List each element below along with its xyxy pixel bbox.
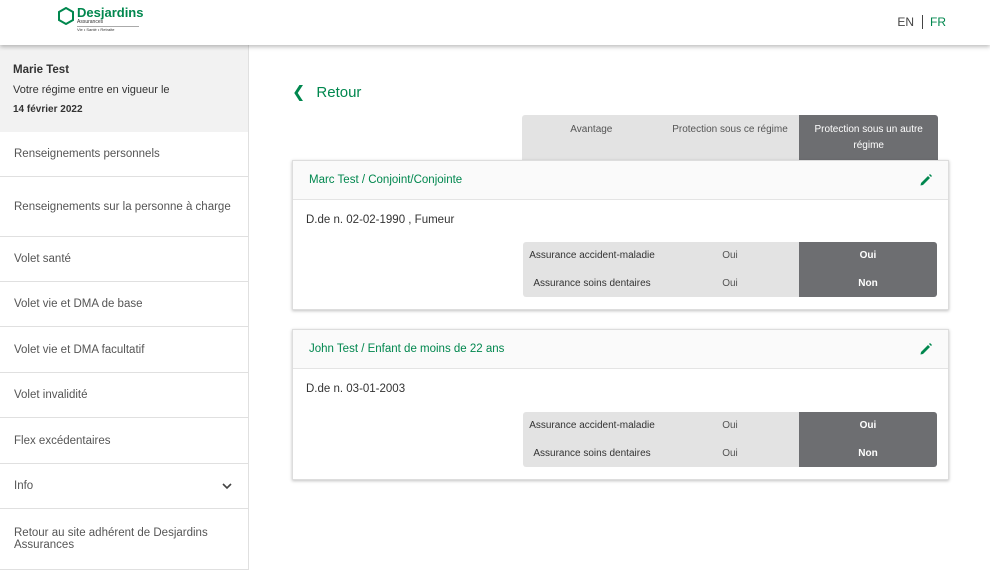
coverage-row: Assurance soins dentaires Oui Non	[523, 439, 937, 467]
dependent-card: John Test / Enfant de moins de 22 ans D.…	[292, 329, 949, 480]
sidebar-item-label: Volet vie et DMA facultatif	[14, 343, 145, 356]
sidebar-item-label: Volet santé	[14, 253, 71, 265]
benefit-label: Assurance accident-maladie	[523, 242, 661, 270]
dependent-card: Marc Test / Conjoint/Conjointe D.de n. 0…	[292, 160, 949, 310]
user-info: Marie Test Votre régime entre en vigueur…	[0, 45, 248, 132]
desjardins-logo[interactable]: Desjardins Assurances Vie • Santé • Retr…	[58, 6, 143, 32]
back-link[interactable]: ❮ Retour	[292, 82, 361, 102]
sidebar-item-label: Flex excédentaires	[14, 434, 111, 447]
sidebar-item-volet-vie-base[interactable]: Volet vie et DMA de base	[0, 282, 248, 327]
benefit-label: Assurance soins dentaires	[523, 439, 661, 467]
dependent-dob: D.de n. 03-01-2003	[306, 383, 406, 395]
other-plan-value: Non	[799, 439, 937, 467]
sidebar: Marie Test Votre régime entre en vigueur…	[0, 45, 249, 570]
sidebar-item-label: Renseignements personnels	[14, 148, 160, 160]
dependent-card-header: John Test / Enfant de moins de 22 ans	[293, 330, 948, 369]
sidebar-item-info[interactable]: Info	[0, 464, 248, 509]
regime-text: Votre régime entre en vigueur le	[13, 84, 170, 96]
coverage-grid: Assurance accident-maladie Oui Oui Assur…	[523, 412, 937, 467]
edit-pencil-icon[interactable]	[919, 342, 933, 356]
brand-tagline: Vie • Santé • Retraite	[77, 26, 139, 32]
desjardins-hexagon-icon	[58, 7, 74, 25]
other-plan-value: Oui	[799, 242, 937, 270]
coverage-grid: Assurance accident-maladie Oui Oui Assur…	[523, 242, 937, 297]
sidebar-item-label: Renseignements sur la personne à charge	[14, 200, 231, 213]
sidebar-item-label: Info	[14, 480, 34, 492]
column-protection-autre-regime: Protection sous un autre régime	[799, 115, 939, 160]
regime-date: 14 février 2022	[13, 104, 83, 115]
other-plan-value: Oui	[799, 412, 937, 440]
this-plan-value: Oui	[661, 412, 799, 440]
benefit-label: Assurance soins dentaires	[523, 269, 661, 297]
coverage-row: Assurance accident-maladie Oui Oui	[523, 412, 937, 440]
brand-name: Desjardins	[77, 5, 144, 20]
sidebar-item-personne-a-charge[interactable]: Renseignements sur la personne à charge	[0, 177, 248, 237]
column-avantage: Avantage	[522, 115, 661, 160]
sidebar-item-label: Volet vie et DMA de base	[14, 298, 143, 310]
benefit-label: Assurance accident-maladie	[523, 412, 661, 440]
coverage-row: Assurance accident-maladie Oui Oui	[523, 242, 937, 270]
back-label: Retour	[316, 83, 362, 101]
sidebar-item-retour-site-adherent[interactable]: Retour au site adhérent de Desjardins As…	[0, 509, 248, 570]
column-protection-ce-regime: Protection sous ce régime	[660, 115, 800, 160]
sidebar-item-flex-excedentaires[interactable]: Flex excédentaires	[0, 418, 248, 464]
sidebar-item-volet-invalidite[interactable]: Volet invalidité	[0, 373, 248, 418]
language-switcher: EN FR	[897, 15, 946, 29]
sidebar-item-label: Retour au site adhérent de Desjardins As…	[14, 527, 208, 551]
sidebar-item-volet-vie-facultatif[interactable]: Volet vie et DMA facultatif	[0, 327, 248, 373]
dependent-dob: D.de n. 02-02-1990 , Fumeur	[306, 214, 455, 226]
dependent-title: Marc Test / Conjoint/Conjointe	[309, 174, 463, 186]
chevron-left-icon: ❮	[292, 84, 306, 101]
other-plan-value: Non	[799, 269, 937, 297]
chevron-down-icon	[222, 483, 232, 490]
this-plan-value: Oui	[661, 439, 799, 467]
sidebar-item-volet-sante[interactable]: Volet santé	[0, 237, 248, 282]
lang-fr-link[interactable]: FR	[923, 15, 946, 29]
user-name: Marie Test	[13, 64, 70, 76]
coverage-row: Assurance soins dentaires Oui Non	[523, 269, 937, 297]
dependent-card-header: Marc Test / Conjoint/Conjointe	[293, 161, 948, 200]
coverage-column-headers: Avantage Protection sous ce régime Prote…	[522, 115, 939, 160]
top-header: Desjardins Assurances Vie • Santé • Retr…	[0, 0, 990, 45]
this-plan-value: Oui	[661, 242, 799, 270]
sidebar-item-renseignements-personnels[interactable]: Renseignements personnels	[0, 132, 248, 177]
this-plan-value: Oui	[661, 269, 799, 297]
brand-sub: Assurances	[77, 19, 104, 25]
dependent-title: John Test / Enfant de moins de 22 ans	[309, 343, 505, 355]
edit-pencil-icon[interactable]	[919, 173, 933, 187]
sidebar-item-label: Volet invalidité	[14, 389, 88, 401]
lang-en-link[interactable]: EN	[897, 15, 923, 29]
